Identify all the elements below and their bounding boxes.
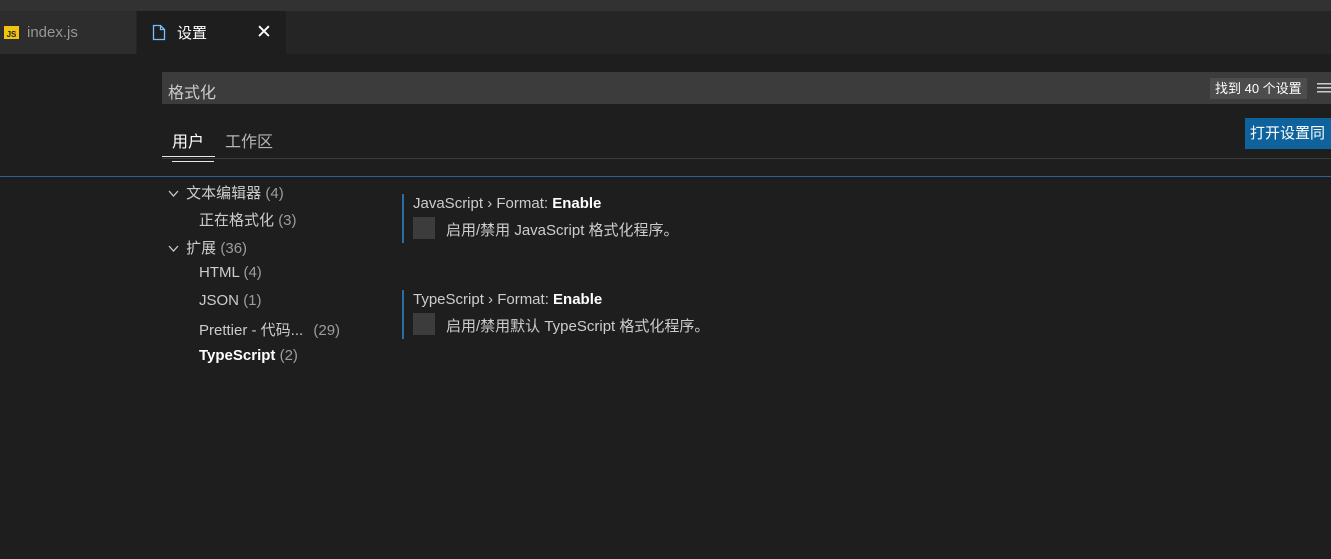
- tab-index-js[interactable]: JS index.js: [0, 11, 136, 54]
- open-settings-button[interactable]: 打开设置同: [1245, 118, 1331, 149]
- setting-focus-bar: [402, 290, 404, 339]
- close-icon[interactable]: ✕: [254, 22, 274, 43]
- chevron-down-icon: [168, 242, 182, 256]
- filter-icon[interactable]: [1317, 80, 1331, 96]
- toc-count: (4): [243, 264, 262, 281]
- toc-item-formatting[interactable]: 正在格式化 (3): [199, 209, 297, 230]
- toc-count: (3): [278, 212, 297, 229]
- toc-item-html[interactable]: HTML (4): [199, 264, 262, 281]
- setting-checkbox[interactable]: [413, 217, 435, 239]
- file-icon: [152, 24, 166, 41]
- chevron-down-icon: [168, 187, 182, 201]
- setting-description: 启用/禁用默认 TypeScript 格式化程序。: [446, 318, 710, 335]
- toc-count: (29): [313, 322, 341, 339]
- javascript-file-icon: JS: [4, 26, 19, 39]
- setting-name: Enable: [552, 195, 602, 212]
- toc-count: (2): [279, 347, 298, 364]
- setting-checkbox[interactable]: [413, 313, 435, 335]
- toc-item-json[interactable]: JSON (1): [199, 292, 262, 309]
- search-value: 格式化: [168, 85, 217, 102]
- toc-item-extensions[interactable]: 扩展 (36): [168, 237, 247, 258]
- title-bar: [0, 0, 1331, 11]
- setting-category: JavaScript › Format:: [413, 195, 553, 212]
- toc-item-text-editor[interactable]: 文本编辑器 (4): [168, 182, 284, 203]
- toc-label: JSON: [199, 292, 240, 309]
- setting-category: TypeScript › Format:: [413, 291, 554, 308]
- settings-scope-tabs: 用户 工作区: [162, 120, 1331, 162]
- toc-count: (36): [220, 240, 248, 257]
- tab-settings[interactable]: 设置 ✕: [137, 11, 286, 54]
- header-divider: [0, 176, 1331, 177]
- settings-search-input[interactable]: 格式化 找到 40 个设置: [162, 72, 1331, 104]
- active-tab-underline: [162, 156, 215, 157]
- toc-label: HTML: [199, 264, 240, 281]
- tab-label: 设置: [177, 25, 208, 42]
- toc-label: TypeScript: [199, 347, 276, 364]
- toc-item-typescript[interactable]: TypeScript (2): [199, 347, 298, 364]
- setting-title: TypeScript › Format: Enable: [413, 291, 602, 308]
- toc-label: Prettier - 代码...: [199, 322, 304, 339]
- toc-count: (4): [265, 185, 284, 202]
- tab-label: index.js: [27, 24, 78, 41]
- result-count-badge: 找到 40 个设置: [1210, 78, 1307, 99]
- setting-javascript-format-enable: JavaScript › Format: Enable 启用/禁用 JavaSc…: [402, 194, 1302, 244]
- setting-typescript-format-enable: TypeScript › Format: Enable 启用/禁用默认 Type…: [402, 290, 1302, 340]
- toc-count: (1): [243, 292, 262, 309]
- toc-label: 扩展: [186, 240, 217, 257]
- toc-label: 文本编辑器: [186, 185, 262, 202]
- editor-tab-bar: JS index.js 设置 ✕: [0, 11, 1331, 54]
- setting-name: Enable: [553, 291, 603, 308]
- tab-workspace[interactable]: 工作区: [225, 128, 273, 161]
- setting-focus-bar: [402, 194, 404, 243]
- toc-item-prettier[interactable]: Prettier - 代码... (29): [199, 319, 340, 340]
- setting-description: 启用/禁用 JavaScript 格式化程序。: [446, 222, 679, 239]
- setting-title: JavaScript › Format: Enable: [413, 195, 601, 212]
- toc-label: 正在格式化: [199, 212, 275, 229]
